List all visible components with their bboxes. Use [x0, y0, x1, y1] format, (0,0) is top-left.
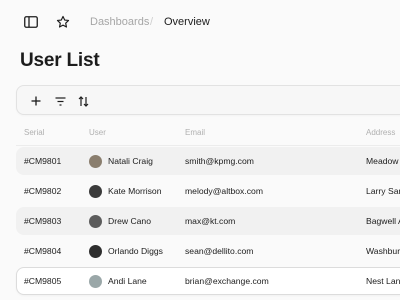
- cell-serial: #CM9803: [24, 216, 62, 226]
- avatar: [89, 214, 102, 228]
- column-header-address[interactable]: Address: [366, 128, 395, 137]
- cell-serial: #CM9804: [24, 246, 62, 256]
- user-name: Drew Cano: [108, 216, 151, 226]
- user-name: Andi Lane: [108, 276, 147, 286]
- header-divider: [16, 145, 400, 146]
- breadcrumb-dashboards[interactable]: Dashboards: [90, 15, 149, 29]
- user-name: Orlando Diggs: [108, 246, 163, 256]
- column-header-email[interactable]: Email: [185, 128, 205, 137]
- table-header: Serial User Email Address: [0, 126, 400, 140]
- plus-icon[interactable]: [28, 93, 44, 109]
- column-header-serial[interactable]: Serial: [24, 128, 44, 137]
- user-name: Kate Morrison: [108, 186, 162, 196]
- page-title: User List: [20, 50, 100, 71]
- table-row[interactable]: #CM9803 Drew Cano max@kt.com Bagwell Av: [16, 207, 400, 235]
- table-row[interactable]: #CM9804 Orlando Diggs sean@dellito.com W…: [16, 237, 400, 265]
- cell-serial: #CM9805: [24, 276, 62, 286]
- cell-serial: #CM9801: [24, 156, 62, 166]
- table-row-selected[interactable]: #CM9805 Andi Lane brian@exchange.com Nes…: [16, 267, 400, 295]
- user-name: Natali Craig: [108, 156, 153, 166]
- table-row[interactable]: #CM9802 Kate Morrison melody@altbox.com …: [16, 177, 400, 205]
- cell-user: Drew Cano: [89, 207, 151, 235]
- star-icon[interactable]: [54, 13, 72, 31]
- cell-user: Natali Craig: [89, 147, 153, 175]
- cell-email: smith@kpmg.com: [185, 156, 254, 166]
- cell-user: Andi Lane: [89, 268, 147, 294]
- sidebar-icon[interactable]: [22, 13, 40, 31]
- table-toolbar: [16, 85, 400, 115]
- breadcrumb-overview: Overview: [164, 16, 210, 28]
- cell-user: Orlando Diggs: [89, 237, 163, 265]
- cell-address: Bagwell Av: [366, 216, 400, 226]
- avatar: [89, 184, 102, 198]
- cell-email: brian@exchange.com: [185, 276, 269, 286]
- filter-icon[interactable]: [52, 93, 68, 109]
- cell-serial: #CM9802: [24, 186, 62, 196]
- sort-icon[interactable]: [75, 93, 91, 109]
- cell-email: max@kt.com: [185, 216, 236, 226]
- cell-address: Larry San: [366, 186, 400, 196]
- top-bar: Dashboards / Overview: [0, 0, 400, 44]
- avatar: [89, 154, 102, 168]
- table-row[interactable]: #CM9801 Natali Craig smith@kpmg.com Mead…: [16, 147, 400, 175]
- avatar: [89, 274, 102, 288]
- cell-address: Washburn: [366, 246, 400, 256]
- cell-address: Meadow Lane: [366, 156, 400, 166]
- cell-email: sean@dellito.com: [185, 246, 254, 256]
- avatar: [89, 244, 102, 258]
- column-header-user[interactable]: User: [89, 128, 106, 137]
- cell-address: Nest Lane: [366, 276, 400, 286]
- cell-user: Kate Morrison: [89, 177, 162, 205]
- cell-email: melody@altbox.com: [185, 186, 263, 196]
- breadcrumb-separator: /: [150, 16, 154, 28]
